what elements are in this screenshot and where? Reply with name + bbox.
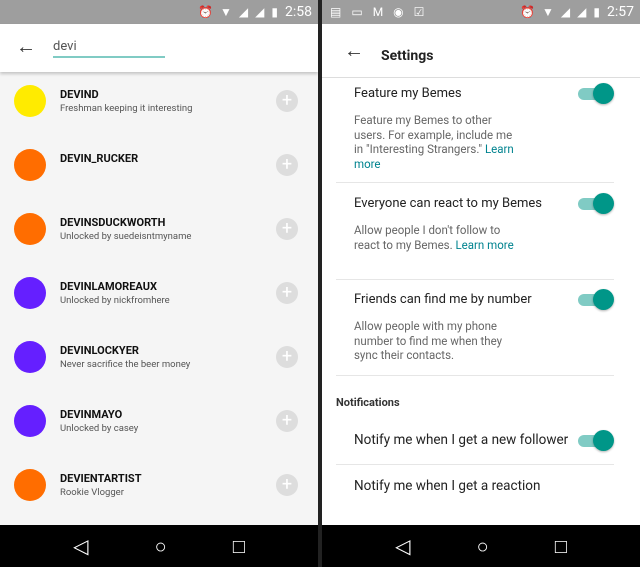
user-name: DEVIN_RUCKER <box>60 152 139 165</box>
shield-icon: ◉ <box>393 5 404 19</box>
wifi-icon: ▼ <box>542 5 554 19</box>
user-subtitle: Never sacrifice the beer money <box>60 359 191 370</box>
add-user-button[interactable]: + <box>276 154 298 176</box>
avatar <box>14 405 46 437</box>
user-row[interactable]: DEVIN_RUCKER + <box>0 136 318 200</box>
alarm-icon: ⏰ <box>520 5 536 19</box>
setting-item: Everyone can react to my Bemes Allow peo… <box>354 193 614 252</box>
signal-roaming-icon: ◢ <box>255 5 265 19</box>
recents-nav-icon[interactable]: □ <box>233 534 245 559</box>
clock: 2:57 <box>607 4 634 20</box>
navigation-bar: ◁ ○ □ <box>0 525 318 567</box>
add-user-button[interactable]: + <box>276 282 298 304</box>
user-name: DEVINLOCKYER <box>60 344 139 357</box>
avatar <box>14 149 46 181</box>
recents-nav-icon[interactable]: □ <box>555 534 567 559</box>
setting-title: Friends can find me by number <box>354 292 532 307</box>
back-arrow-icon[interactable]: ← <box>344 38 364 63</box>
page-title: Settings <box>381 48 434 64</box>
settings-screen: ▤ ▭ M ◉ ☑ ⏰ ▼ ◢ ◢ ▮ 2:57 ← Settings Feat… <box>322 0 640 567</box>
avatar <box>14 85 46 117</box>
setting-toggle[interactable] <box>578 430 614 451</box>
avatar <box>14 277 46 309</box>
status-bar: ⏰ ▼ ◢ ◢ ▮ 2:58 <box>0 0 318 24</box>
setting-description: Allow people with my phone number to fin… <box>354 319 503 362</box>
settings-header: ← Settings <box>322 24 640 78</box>
plus-icon: + <box>281 90 293 111</box>
add-user-button[interactable]: + <box>276 410 298 432</box>
section-header-notifications: Notifications <box>336 396 400 409</box>
add-user-button[interactable]: + <box>276 90 298 112</box>
clipboard-check-icon: ☑ <box>413 5 425 19</box>
user-row[interactable]: DEVIND Freshman keeping it interesting + <box>0 72 318 136</box>
wifi-icon: ▼ <box>220 5 232 19</box>
signal-icon: ◢ <box>238 5 249 19</box>
user-row[interactable]: DEVIENTARTIST Rookie Vlogger + <box>0 456 318 520</box>
home-nav-icon[interactable]: ○ <box>155 534 167 559</box>
notification-setting: Notify me when I get a new follower <box>354 430 640 451</box>
navigation-bar: ◁ ○ □ <box>322 525 640 567</box>
setting-toggle[interactable] <box>578 83 614 104</box>
setting-toggle[interactable] <box>578 289 614 310</box>
user-name: DEVIND <box>60 88 99 101</box>
user-subtitle: Unlocked by suedeisntmyname <box>60 231 192 242</box>
user-row[interactable]: DEVINLOCKYER Never sacrifice the beer mo… <box>0 328 318 392</box>
signal-roaming-icon: ◢ <box>577 5 587 19</box>
home-nav-icon[interactable]: ○ <box>477 534 489 559</box>
status-bar: ▤ ▭ M ◉ ☑ ⏰ ▼ ◢ ◢ ▮ 2:57 <box>322 0 640 24</box>
add-user-button[interactable]: + <box>276 346 298 368</box>
avatar <box>14 213 46 245</box>
setting-item: Feature my Bemes Feature my Bemes to oth… <box>354 83 614 171</box>
learn-more-link[interactable]: Learn more <box>455 238 513 252</box>
image-icon: ▭ <box>351 5 363 19</box>
user-name: DEVIENTARTIST <box>60 472 142 485</box>
user-subtitle: Unlocked by casey <box>60 423 139 434</box>
divider <box>336 182 614 183</box>
user-subtitle: Rookie Vlogger <box>60 487 124 498</box>
search-input[interactable] <box>53 36 165 58</box>
avatar <box>14 341 46 373</box>
plus-icon: + <box>281 282 293 303</box>
user-search-screen: ⏰ ▼ ◢ ◢ ▮ 2:58 ← DEVIND Freshman keeping… <box>0 0 318 567</box>
user-row[interactable]: DEVINMAYO Unlocked by casey + <box>0 392 318 456</box>
battery-icon: ▮ <box>271 5 278 19</box>
signal-icon: ◢ <box>560 5 571 19</box>
clock: 2:58 <box>285 4 312 20</box>
back-arrow-icon[interactable]: ← <box>16 34 36 59</box>
divider <box>336 375 614 376</box>
plus-icon: + <box>281 154 293 175</box>
plus-icon: + <box>281 410 293 431</box>
gmail-icon: M <box>372 5 384 19</box>
alarm-icon: ⏰ <box>198 5 214 19</box>
plus-icon: + <box>281 218 293 239</box>
user-name: DEVINLAMOREAUX <box>60 280 157 293</box>
back-nav-icon[interactable]: ◁ <box>395 534 410 558</box>
divider <box>336 279 614 280</box>
notification-setting: Notify me when I get a reaction <box>354 478 640 494</box>
add-user-button[interactable]: + <box>276 474 298 496</box>
user-row[interactable]: DEVINSDUCKWORTH Unlocked by suedeisntmyn… <box>0 200 318 264</box>
battery-icon: ▮ <box>593 5 600 19</box>
plus-icon: + <box>281 346 293 367</box>
user-name: DEVINMAYO <box>60 408 123 421</box>
message-icon: ▤ <box>330 5 342 19</box>
divider <box>336 464 614 465</box>
user-subtitle: Freshman keeping it interesting <box>60 103 193 114</box>
user-subtitle: Unlocked by nickfromhere <box>60 295 170 306</box>
setting-title: Feature my Bemes <box>354 86 462 101</box>
setting-item: Friends can find me by number Allow peop… <box>354 289 614 363</box>
add-user-button[interactable]: + <box>276 218 298 240</box>
avatar <box>14 469 46 501</box>
search-header: ← <box>0 24 318 72</box>
plus-icon: + <box>281 474 293 495</box>
user-name: DEVINSDUCKWORTH <box>60 216 166 229</box>
setting-title: Everyone can react to my Bemes <box>354 196 542 211</box>
user-row[interactable]: DEVINLAMOREAUX Unlocked by nickfromhere … <box>0 264 318 328</box>
back-nav-icon[interactable]: ◁ <box>73 534 88 558</box>
setting-toggle[interactable] <box>578 193 614 214</box>
setting-title: Notify me when I get a reaction <box>354 478 541 494</box>
